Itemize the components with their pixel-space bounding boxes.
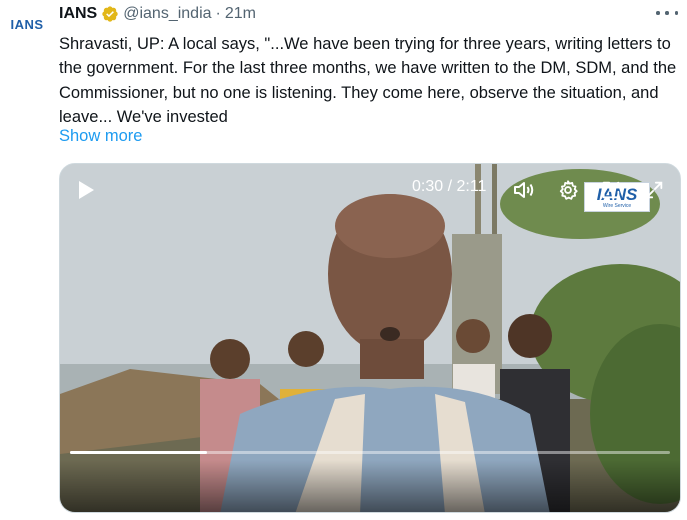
verified-badge-icon[interactable] [101,5,119,23]
separator-dot: · [215,5,221,22]
author-handle[interactable]: @ians_india [123,5,211,23]
author-name[interactable]: IANS [59,5,97,23]
tweet-text: Shravasti, UP: A local says, "...We have… [59,35,677,126]
play-icon[interactable] [72,176,100,204]
more-options-icon[interactable] [656,4,678,22]
video-player[interactable]: IANS Wire Service 0:30 / 2:11 [59,163,681,513]
current-time: 0:30 [412,178,444,195]
time-readout: 0:30 / 2:11 [412,178,486,196]
progress-bar[interactable] [70,451,670,454]
duration: 2:11 [456,178,487,195]
avatar[interactable]: IANS [6,12,48,36]
progress-fill [70,451,208,454]
pip-icon[interactable] [597,176,625,204]
fullscreen-icon[interactable] [640,176,668,204]
avatar-logo-text: IANS [10,16,44,32]
tweet-header: IANS @ians_india · 21m [59,3,256,25]
timestamp[interactable]: 21m [225,5,256,23]
video-controls [60,460,680,512]
volume-icon[interactable] [510,176,538,204]
settings-icon[interactable] [554,176,582,204]
show-more-link[interactable]: Show more [59,124,142,148]
time-separator: / [443,178,457,195]
